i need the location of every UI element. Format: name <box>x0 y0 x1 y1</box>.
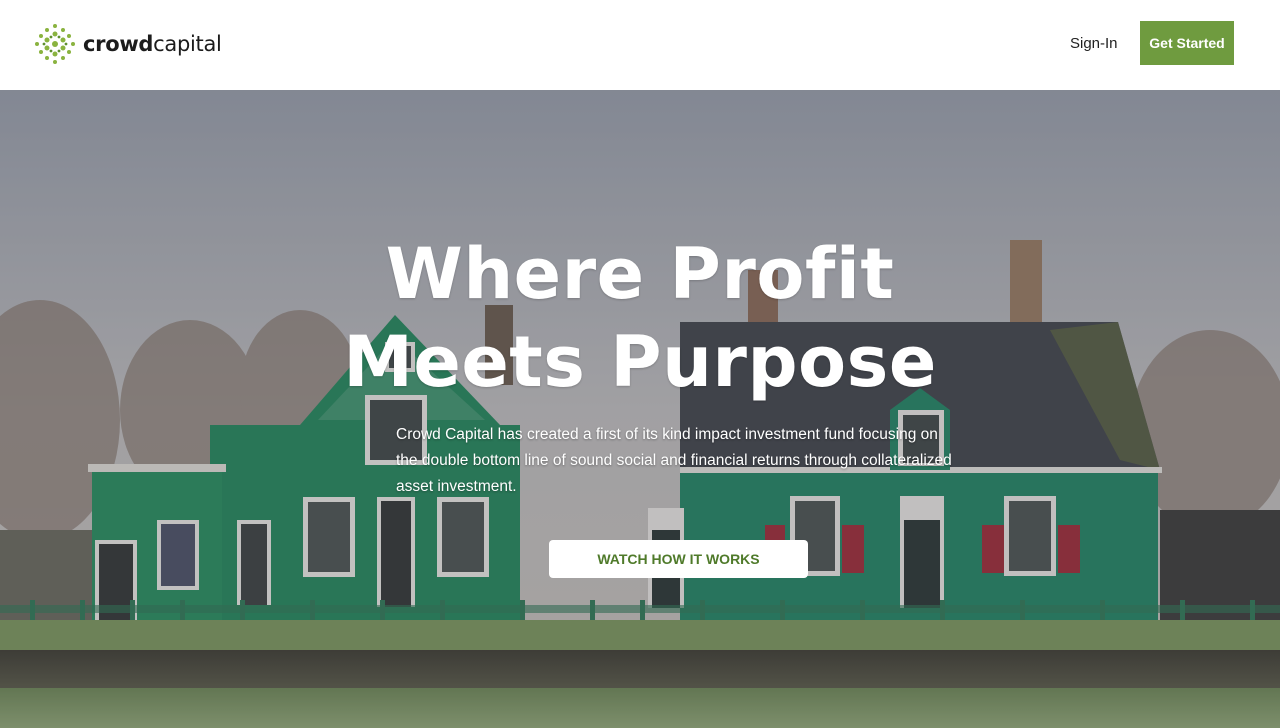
logo-text-bold: crowd <box>83 31 154 56</box>
logo[interactable]: crowdcapital <box>33 22 222 66</box>
hero-headline: Where Profit Meets Purpose <box>0 230 1280 406</box>
logo-text-light: capital <box>153 31 222 56</box>
sign-in-link[interactable]: Sign-In <box>1070 35 1118 52</box>
logo-mark-icon <box>35 24 75 64</box>
hero-overlay <box>0 90 1280 728</box>
get-started-button[interactable]: Get Started <box>1140 21 1234 65</box>
headline-line-2: Meets Purpose <box>343 321 937 403</box>
logo-wordmark: crowdcapital <box>83 31 222 56</box>
site-header: crowdcapital Sign-In Get Started <box>0 0 1280 90</box>
headline-line-1: Where Profit <box>385 233 895 315</box>
hero-section: Where Profit Meets Purpose Crowd Capital… <box>0 90 1280 728</box>
hero-description: Crowd Capital has created a first of its… <box>396 426 952 495</box>
watch-how-it-works-button[interactable]: WATCH HOW IT WORKS <box>549 540 808 578</box>
